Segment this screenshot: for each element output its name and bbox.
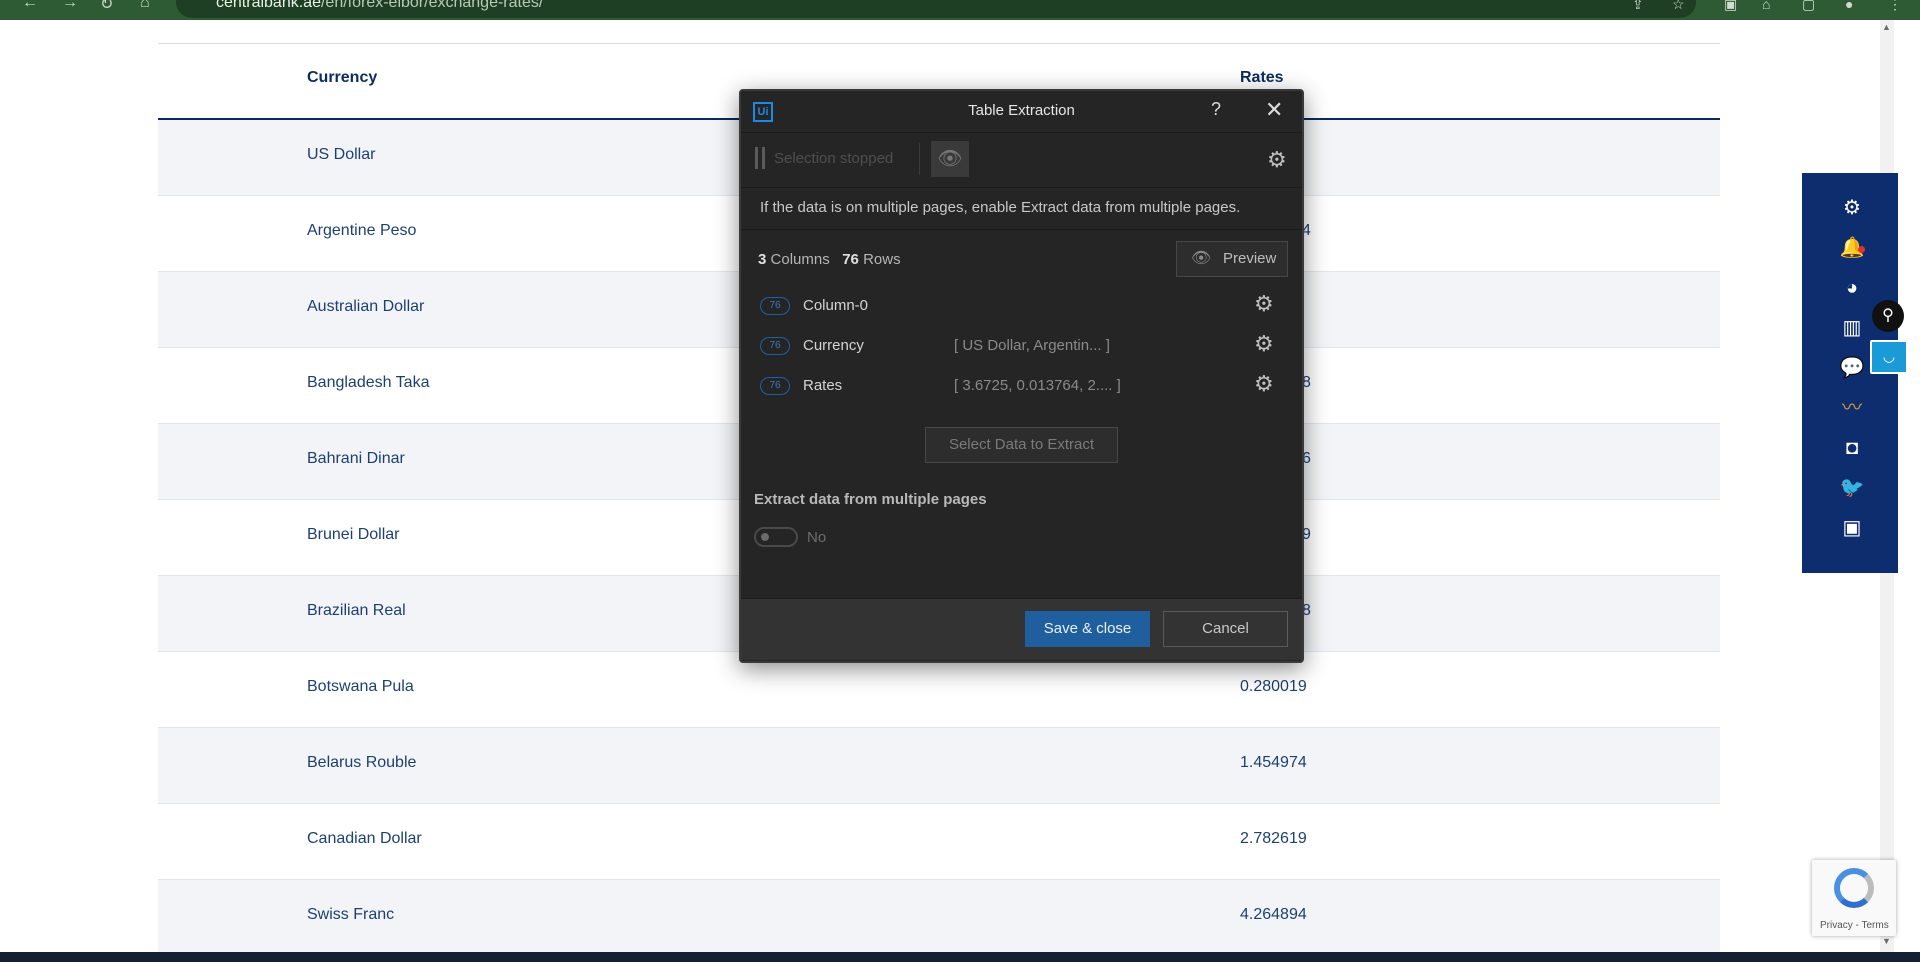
os-taskbar bbox=[0, 952, 1920, 962]
toolbar-divider bbox=[919, 143, 920, 175]
table-row: Botswana Pula 0.280019 bbox=[158, 652, 1720, 728]
bar-chart-icon[interactable]: ▥ bbox=[1832, 315, 1872, 341]
signature-icon[interactable]: 〰 bbox=[1832, 395, 1872, 421]
cell-currency: Argentine Peso bbox=[307, 222, 417, 239]
header-currency: Currency bbox=[307, 69, 378, 86]
recaptcha-badge[interactable]: Privacy - Terms bbox=[1812, 860, 1896, 936]
extension-icon[interactable]: ▣ bbox=[1724, 0, 1737, 13]
column-count-badge: 76 bbox=[760, 297, 790, 315]
cell-currency: Bangladesh Taka bbox=[307, 374, 430, 391]
columns-rows-summary: 3 Columns 76 Rows bbox=[758, 251, 901, 268]
notification-bell-icon[interactable]: 🔔 bbox=[1832, 235, 1872, 261]
cell-rate: 4.264894 bbox=[1240, 906, 1307, 923]
multi-pages-label: Extract data from multiple pages bbox=[754, 491, 987, 508]
columns-count: 3 bbox=[758, 251, 767, 268]
chat-bubble-icon[interactable]: 💬 bbox=[1832, 355, 1872, 381]
cell-rate: 1.454974 bbox=[1240, 754, 1307, 771]
column-name: Currency bbox=[803, 337, 864, 354]
notification-dot bbox=[1858, 246, 1865, 253]
table-row: Canadian Dollar 2.782619 bbox=[158, 804, 1720, 880]
profile-avatar[interactable]: ● bbox=[1845, 0, 1853, 12]
reload-icon[interactable]: ↻ bbox=[100, 0, 113, 14]
forward-icon[interactable]: → bbox=[62, 0, 78, 12]
dialog-settings-gear-icon[interactable]: ⚙ bbox=[1267, 147, 1287, 173]
column-count-badge: 76 bbox=[760, 337, 790, 355]
table-row: Belarus Rouble 1.454974 bbox=[158, 728, 1720, 804]
select-data-button[interactable]: Select Data to Extract bbox=[925, 427, 1118, 463]
cell-currency: Brunei Dollar bbox=[307, 526, 400, 543]
twitter-icon[interactable]: 🐦 bbox=[1832, 475, 1872, 501]
scroll-up-arrow-icon[interactable]: ▲ bbox=[1882, 22, 1891, 32]
column-settings-gear-icon[interactable]: ⚙ bbox=[1254, 331, 1274, 357]
column-count-badge: 76 bbox=[760, 377, 790, 395]
linkedin-icon[interactable]: ▣ bbox=[1832, 515, 1872, 541]
dialog-toolbar: Selection stopped 👁 ⚙ bbox=[741, 132, 1302, 188]
column-settings-gear-icon[interactable]: ⚙ bbox=[1254, 371, 1274, 397]
recaptcha-logo-icon bbox=[1834, 868, 1874, 908]
help-icon[interactable]: ? bbox=[1211, 99, 1221, 120]
cell-currency: US Dollar bbox=[307, 146, 376, 163]
eye-icon: 👁 bbox=[1191, 250, 1212, 267]
column-settings-gear-icon[interactable]: ⚙ bbox=[1254, 291, 1274, 317]
recaptcha-terms[interactable]: Privacy - Terms bbox=[1820, 920, 1889, 931]
column-name: Column-0 bbox=[803, 297, 869, 314]
columns-label: Columns bbox=[770, 251, 830, 268]
settings-gear-icon[interactable]: ⚙ bbox=[1832, 195, 1872, 221]
info-banner: If the data is on multiple pages, enable… bbox=[741, 187, 1302, 230]
cell-currency: Swiss Franc bbox=[307, 906, 395, 923]
share-icon[interactable]: ⇪ bbox=[1632, 0, 1644, 13]
table-row: Swiss Franc 4.264894 bbox=[158, 880, 1720, 956]
cell-currency: Australian Dollar bbox=[307, 298, 425, 315]
browser-toolbar: ← → ↻ ⌂ centralbank.ae/en/forex-eibor/ex… bbox=[0, 0, 1920, 20]
cell-currency: Canadian Dollar bbox=[307, 830, 422, 847]
back-icon[interactable]: ← bbox=[22, 0, 38, 12]
column-name: Rates bbox=[803, 377, 843, 394]
dialog-footer: Save & close Cancel bbox=[741, 598, 1302, 660]
dialog-title-bar[interactable]: Ui Table Extraction ? ✕ bbox=[741, 91, 1302, 131]
header-rates: Rates bbox=[1240, 69, 1284, 86]
multi-pages-toggle[interactable] bbox=[754, 527, 798, 547]
cancel-button[interactable]: Cancel bbox=[1163, 611, 1288, 647]
live-chat-icon[interactable]: ◡ bbox=[1870, 340, 1908, 374]
tab-icon[interactable]: ▢ bbox=[1802, 0, 1815, 13]
bookmark-star-icon[interactable]: ☆ bbox=[1672, 0, 1685, 13]
home-icon[interactable]: ⌂ bbox=[140, 0, 150, 12]
cell-currency: Bahrani Dinar bbox=[307, 450, 405, 467]
cell-rate: 0.280019 bbox=[1240, 678, 1307, 695]
preview-label: Preview bbox=[1223, 250, 1277, 267]
url-text[interactable]: centralbank.ae/en/forex-eibor/exchange-r… bbox=[216, 0, 543, 12]
extension-home-icon[interactable]: ⌂ bbox=[1762, 0, 1770, 12]
cell-currency: Brazilian Real bbox=[307, 602, 406, 619]
instagram-icon[interactable]: ◘ bbox=[1832, 435, 1872, 461]
column-preview: [ US Dollar, Argentin... ] bbox=[954, 337, 1110, 354]
close-icon[interactable]: ✕ bbox=[1265, 97, 1283, 123]
table-extraction-dialog: Ui Table Extraction ? ✕ Selection stoppe… bbox=[739, 89, 1304, 663]
save-close-button[interactable]: Save & close bbox=[1025, 611, 1150, 647]
column-row-column-0: 76 Column-0 ⚙ bbox=[741, 291, 1302, 321]
location-pin-icon[interactable]: ⚲ bbox=[1872, 300, 1904, 332]
address-bar[interactable]: centralbank.ae/en/forex-eibor/exchange-r… bbox=[176, 0, 1696, 18]
pie-chart-icon[interactable]: ◕ bbox=[1832, 275, 1872, 301]
menu-kebab-icon[interactable]: ⋮ bbox=[1888, 0, 1902, 13]
info-text: If the data is on multiple pages, enable… bbox=[760, 199, 1241, 216]
rows-label: Rows bbox=[863, 251, 901, 268]
toggle-value: No bbox=[807, 529, 827, 546]
cell-rate: 2.782619 bbox=[1240, 830, 1307, 847]
column-row-currency: 76 Currency [ US Dollar, Argentin... ] ⚙ bbox=[741, 331, 1302, 361]
highlight-eye-button[interactable]: 👁 bbox=[931, 141, 969, 177]
preview-button[interactable]: 👁 Preview bbox=[1176, 241, 1288, 277]
cell-currency: Belarus Rouble bbox=[307, 754, 417, 771]
selection-status: Selection stopped bbox=[774, 150, 894, 167]
scroll-down-arrow-icon[interactable]: ▼ bbox=[1882, 936, 1891, 946]
toggle-knob bbox=[761, 533, 769, 541]
column-preview: [ 3.6725, 0.013764, 2.... ] bbox=[954, 377, 1121, 394]
cell-currency: Botswana Pula bbox=[307, 678, 414, 695]
pause-icon[interactable] bbox=[755, 147, 765, 169]
column-row-rates: 76 Rates [ 3.6725, 0.013764, 2.... ] ⚙ bbox=[741, 371, 1302, 401]
rows-count: 76 bbox=[842, 251, 859, 268]
